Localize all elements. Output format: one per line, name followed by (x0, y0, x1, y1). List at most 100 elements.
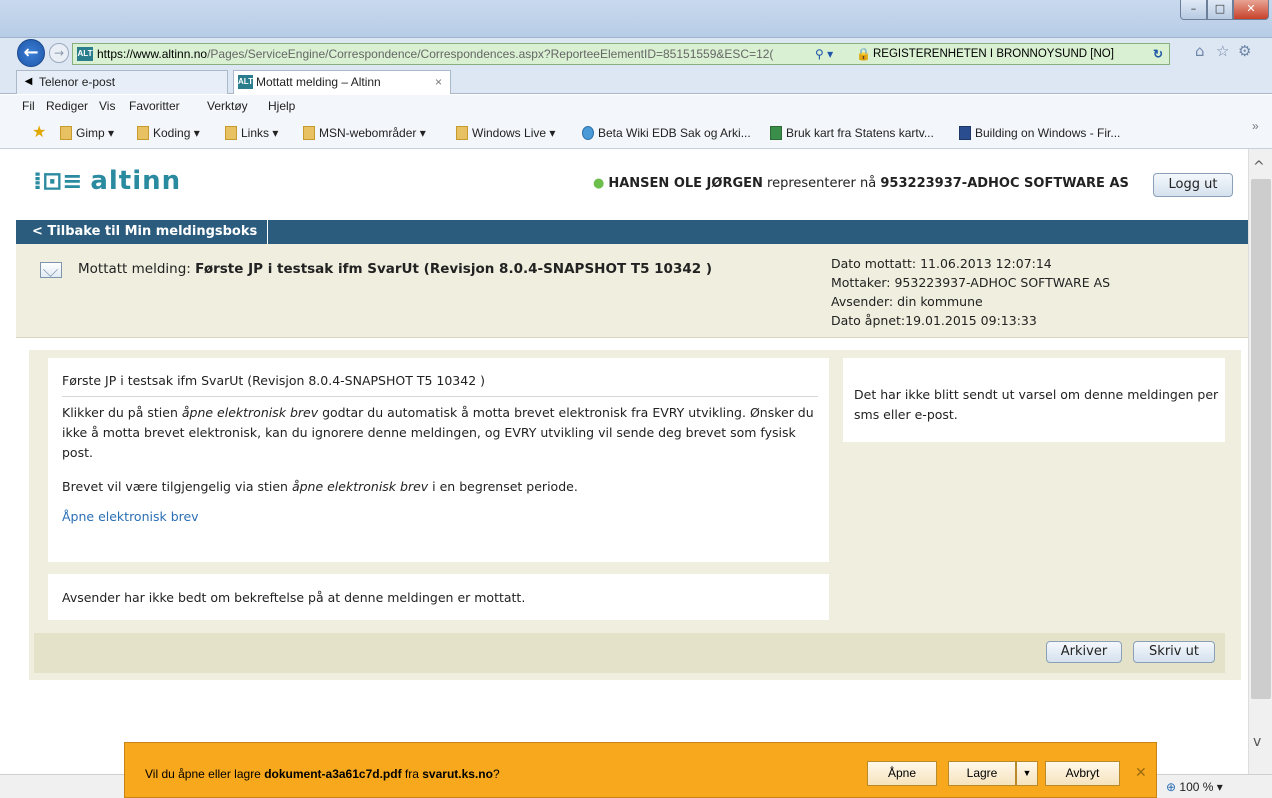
menu-hjelp[interactable]: Hjelp (268, 99, 295, 113)
folder-icon (137, 126, 149, 140)
fav-label: Koding ▾ (153, 126, 200, 140)
navigation-bar: ← → ALT https://www.altinn.no/Pages/Serv… (0, 38, 1272, 68)
tab-label: Telenor e-post (39, 75, 116, 89)
settings-gear-icon[interactable]: ⚙ (1238, 42, 1251, 60)
message-body-area: Første JP i testsak ifm SvarUt (Revisjon… (29, 350, 1241, 680)
fav-label: Windows Live ▾ (472, 126, 556, 140)
user-status: ● HANSEN OLE JØRGEN representerer nå 9532… (593, 176, 1129, 191)
open-download-button[interactable]: Åpne (867, 761, 937, 786)
add-favorites-star-icon[interactable]: ★ (32, 122, 46, 142)
back-button[interactable]: ← (17, 39, 45, 67)
scroll-thumb[interactable] (1251, 179, 1271, 699)
confirmation-card: Avsender har ikke bedt om bekreftelse på… (48, 574, 829, 620)
body-paragraph-2: Brevet vil være tilgjengelig via stien å… (62, 479, 578, 494)
download-prompt: Vil du åpne eller lagre dokument-a3a61c7… (145, 767, 500, 781)
altinn-logo[interactable]: ⁞⊡≡ altinn (33, 166, 181, 196)
notification-card: Det har ikke blitt sendt ut varsel om de… (843, 358, 1225, 442)
tab-strip: ◀ Telenor e-post ALT Mottatt melding – A… (0, 68, 1272, 94)
vertical-scrollbar[interactable]: ^ v (1248, 149, 1272, 774)
favorites-star-icon[interactable]: ☆ (1216, 42, 1229, 60)
fav-windows-live[interactable]: Windows Live ▾ (456, 126, 555, 140)
recipient: Mottaker: 953223937-ADHOC SOFTWARE AS (831, 275, 1111, 290)
message-actions: Arkiver Skriv ut (34, 633, 1225, 673)
sender: Avsender: din kommune (831, 294, 983, 309)
fav-building-windows[interactable]: Building on Windows - Fir... (959, 126, 1120, 140)
fav-bruk-kart[interactable]: Bruk kart fra Statens kartv... (770, 126, 934, 140)
address-bar[interactable]: ALT https://www.altinn.no/Pages/ServiceE… (72, 43, 1170, 65)
lock-icon[interactable]: 🔒 (856, 44, 871, 64)
altinn-site-icon: ALT (77, 47, 93, 61)
user-icon: ● (593, 176, 605, 191)
menu-verktoy[interactable]: Verktøy (207, 99, 248, 113)
subject-prefix: Mottatt melding: (78, 261, 191, 277)
represents-label: representerer nå (767, 176, 877, 191)
minimize-button[interactable]: – (1180, 0, 1207, 20)
fav-links[interactable]: Links ▾ (225, 126, 278, 140)
print-button[interactable]: Skriv ut (1133, 641, 1215, 663)
close-window-button[interactable]: ✕ (1233, 0, 1269, 20)
refresh-icon[interactable]: ↻ (1153, 44, 1163, 64)
logout-button[interactable]: Logg ut (1153, 173, 1233, 197)
chevron-more-icon[interactable]: » (1252, 119, 1259, 133)
page-content: ⁞⊡≡ altinn ● HANSEN OLE JØRGEN representer… (0, 149, 1248, 774)
tab-altinn[interactable]: ALT Mottatt melding – Altinn × (233, 70, 451, 94)
url-text: https://www.altinn.no/Pages/ServiceEngin… (97, 47, 774, 61)
open-electronic-letter-link[interactable]: Åpne elektronisk brev (62, 509, 199, 524)
folder-icon (456, 126, 468, 140)
zoom-level: 100 % (1179, 780, 1214, 794)
menu-bar: Fil Rediger Vis Favoritter Verktøy Hjelp (0, 95, 1272, 117)
forward-button[interactable]: → (49, 43, 69, 63)
certificate-identity[interactable]: REGISTERENHETEN I BRONNOYSUND [NO] (873, 44, 1114, 64)
back-to-inbox-link[interactable]: < Tilbake til Min meldingsboks (16, 220, 269, 244)
body-paragraph-1: Klikker du på stien åpne elektronisk bre… (62, 405, 814, 460)
body-title: Første JP i testsak ifm SvarUt (Revisjon… (62, 373, 486, 388)
map-icon (770, 126, 782, 140)
download-notification-bar: Vil du åpne eller lagre dokument-a3a61c7… (124, 742, 1157, 798)
fav-label: MSN-webområder ▾ (319, 126, 426, 140)
confirmation-text: Avsender har ikke bedt om bekreftelse på… (62, 590, 526, 605)
home-icon[interactable]: ⌂ (1195, 42, 1205, 60)
maximize-button[interactable]: □ (1207, 0, 1233, 20)
tab-telenor-epost[interactable]: ◀ Telenor e-post (16, 70, 228, 94)
close-tab-icon[interactable]: × (435, 71, 442, 93)
subject-text: Første JP i testsak ifm SvarUt (Revisjon… (195, 261, 712, 277)
folder-icon (303, 126, 315, 140)
notification-text: Det har ikke blitt sendt ut varsel om de… (854, 387, 1219, 422)
fav-label: Links ▾ (241, 126, 279, 140)
back-navigation-bar: < Tilbake til Min meldingsboks (16, 220, 1248, 244)
scroll-up-icon[interactable]: ^ (1253, 159, 1265, 175)
menu-fil[interactable]: Fil (22, 99, 35, 113)
altinn-logo-icon: ⁞⊡≡ (33, 167, 83, 195)
zoom-control[interactable]: ⊕ 100 % ▾ (1166, 780, 1223, 794)
favorites-bar: ★ Gimp ▾ Koding ▾ Links ▾ MSN-webområder… (0, 117, 1272, 149)
menu-vis[interactable]: Vis (99, 99, 115, 113)
download-filename: dokument-a3a61c7d.pdf (264, 767, 402, 781)
logo-text: altinn (90, 166, 182, 196)
organization-name: 953223937-ADHOC SOFTWARE AS (880, 176, 1129, 191)
message-header: Mottatt melding: Første JP i testsak ifm… (16, 244, 1248, 338)
menu-rediger[interactable]: Rediger (46, 99, 88, 113)
fav-beta-wiki[interactable]: Beta Wiki EDB Sak og Arki... (582, 126, 751, 140)
fav-label: Building on Windows - Fir... (975, 126, 1121, 140)
telenor-icon: ◀ (24, 76, 33, 87)
divider (62, 396, 818, 397)
close-notification-icon[interactable]: ✕ (1135, 765, 1147, 781)
save-options-dropdown-icon[interactable]: ▼ (1016, 761, 1038, 786)
fav-gimp[interactable]: Gimp ▾ (60, 126, 114, 140)
fav-koding[interactable]: Koding ▾ (137, 126, 200, 140)
envelope-icon (40, 262, 62, 278)
tab-label: Mottatt melding – Altinn (256, 75, 381, 89)
fav-label: Gimp ▾ (76, 126, 115, 140)
cancel-download-button[interactable]: Avbryt (1045, 761, 1120, 786)
folder-icon (225, 126, 237, 140)
scroll-down-icon[interactable]: v (1253, 734, 1261, 750)
menu-favoritter[interactable]: Favoritter (129, 99, 180, 113)
ie-page-icon (582, 126, 594, 140)
message-subject: Mottatt melding: Første JP i testsak ifm… (78, 261, 712, 277)
tools-icon (959, 126, 971, 140)
date-received: Dato mottatt: 11.06.2013 12:07:14 (831, 256, 1052, 271)
search-dropdown-icon[interactable]: ⚲ ▾ (815, 44, 833, 64)
save-download-button[interactable]: Lagre (948, 761, 1016, 786)
archive-button[interactable]: Arkiver (1046, 641, 1122, 663)
fav-msn[interactable]: MSN-webområder ▾ (303, 126, 426, 140)
